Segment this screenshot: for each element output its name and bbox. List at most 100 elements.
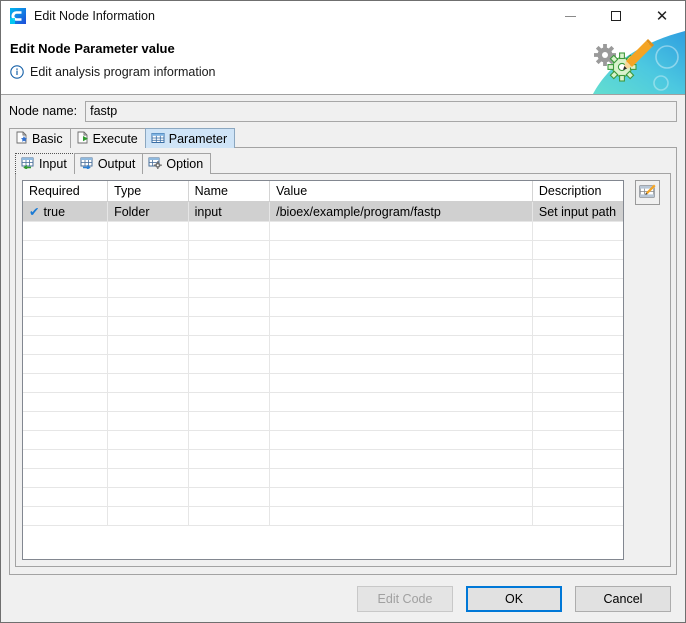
cell-empty: [269, 487, 533, 507]
close-button[interactable]: ✕: [639, 1, 685, 31]
table-row-empty[interactable]: [23, 354, 623, 374]
table-row[interactable]: ✔ true Folder input /bioex/example/progra…: [23, 201, 623, 222]
parameter-table-container[interactable]: Required Type Name Value Description ✔ tr…: [22, 180, 624, 560]
parameter-tab-panel: Input Output Option Required Type Name V…: [9, 147, 677, 575]
cell-empty: [532, 373, 623, 393]
table-row-empty[interactable]: [23, 411, 623, 431]
cell-empty: [269, 468, 533, 488]
table-row-empty[interactable]: [23, 487, 623, 507]
cell-empty: [188, 221, 271, 241]
input-tab-panel: Required Type Name Value Description ✔ tr…: [15, 173, 671, 567]
cell-empty: [107, 297, 189, 317]
cell-empty: [188, 373, 271, 393]
table-row-empty[interactable]: [23, 278, 623, 298]
table-row-empty[interactable]: [23, 259, 623, 279]
cell-empty: [188, 392, 271, 412]
cell-empty: [532, 297, 623, 317]
cell-empty: [23, 354, 109, 374]
cell-empty: [269, 449, 533, 469]
cell-empty: [107, 316, 189, 336]
document-star-icon: [15, 131, 28, 147]
cell-empty: [188, 411, 271, 431]
table-row-empty[interactable]: [23, 335, 623, 355]
node-name-input[interactable]: [85, 100, 677, 122]
cell-empty: [269, 259, 533, 279]
cell-empty: [269, 373, 533, 393]
close-icon: ✕: [655, 6, 669, 25]
cell-empty: [23, 468, 109, 488]
parameter-table-body: ✔ true Folder input /bioex/example/progra…: [23, 201, 623, 526]
tab-execute[interactable]: Execute: [69, 128, 146, 148]
tab-parameter[interactable]: Parameter: [144, 128, 236, 148]
cancel-button[interactable]: Cancel: [575, 586, 671, 612]
check-icon: ✔: [29, 204, 40, 219]
tab-output-label: Output: [97, 157, 136, 171]
tab-output[interactable]: Output: [73, 153, 144, 174]
column-header-description[interactable]: Description: [532, 181, 623, 202]
cell-empty: [107, 373, 189, 393]
cell-empty: [532, 449, 623, 469]
cell-empty: [107, 354, 189, 374]
cell-empty: [188, 354, 271, 374]
column-header-value[interactable]: Value: [269, 181, 533, 202]
tab-basic-label: Basic: [32, 131, 63, 146]
document-run-icon: [76, 131, 89, 147]
table-row-empty[interactable]: [23, 221, 623, 241]
edit-row-button[interactable]: [634, 180, 660, 205]
cell-empty: [107, 259, 189, 279]
column-header-required[interactable]: Required: [23, 181, 109, 202]
table-row-empty[interactable]: [23, 392, 623, 412]
cell-empty: [23, 297, 109, 317]
table-row-empty[interactable]: [23, 240, 623, 260]
cell-empty: [23, 449, 109, 469]
cell-empty: [532, 430, 623, 450]
table-row-empty[interactable]: [23, 373, 623, 393]
dialog-header: Edit Node Parameter value Edit analysis …: [1, 31, 685, 95]
table-row-empty[interactable]: [23, 316, 623, 336]
table-row-empty[interactable]: [23, 468, 623, 488]
ok-button[interactable]: OK: [466, 586, 562, 612]
cell-empty: [532, 221, 623, 241]
tab-basic[interactable]: Basic: [9, 128, 71, 148]
dialog-footer: Edit Code OK Cancel: [1, 576, 685, 622]
cell-empty: [269, 392, 533, 412]
cell-empty: [23, 335, 109, 355]
cell-empty: [107, 392, 189, 412]
cell-empty: [107, 449, 189, 469]
table-row-empty[interactable]: [23, 297, 623, 317]
table-row-empty[interactable]: [23, 506, 623, 526]
tab-input[interactable]: Input: [15, 153, 75, 174]
cell-empty: [107, 506, 189, 526]
info-icon: [10, 65, 24, 79]
cell-empty: [269, 411, 533, 431]
column-header-type[interactable]: Type: [107, 181, 189, 202]
column-header-name[interactable]: Name: [188, 181, 271, 202]
cell-empty: [23, 373, 109, 393]
node-name-row: Node name:: [1, 95, 685, 127]
cell-empty: [269, 278, 533, 298]
window-title: Edit Node Information: [34, 9, 155, 23]
cell-empty: [107, 468, 189, 488]
minimize-button[interactable]: [547, 1, 593, 31]
io-tab-strip: Input Output Option: [10, 148, 676, 174]
cell-empty: [188, 297, 271, 317]
table-row-empty[interactable]: [23, 430, 623, 450]
tab-option[interactable]: Option: [142, 153, 212, 174]
cell-empty: [23, 506, 109, 526]
cell-empty: [107, 240, 189, 260]
parameter-tab-strip: Basic Execute Parameter: [1, 127, 685, 148]
edit-code-button[interactable]: Edit Code: [357, 586, 453, 612]
cell-empty: [107, 278, 189, 298]
cell-empty: [23, 392, 109, 412]
cell-empty: [532, 278, 623, 298]
cell-empty: [532, 392, 623, 412]
table-row-empty[interactable]: [23, 449, 623, 469]
cell-empty: [188, 240, 271, 260]
cell-empty: [23, 278, 109, 298]
cell-empty: [269, 506, 533, 526]
maximize-button[interactable]: [593, 1, 639, 31]
page-title: Edit Node Parameter value: [10, 41, 175, 56]
cell-empty: [532, 411, 623, 431]
cell-empty: [23, 221, 109, 241]
cell-empty: [532, 468, 623, 488]
